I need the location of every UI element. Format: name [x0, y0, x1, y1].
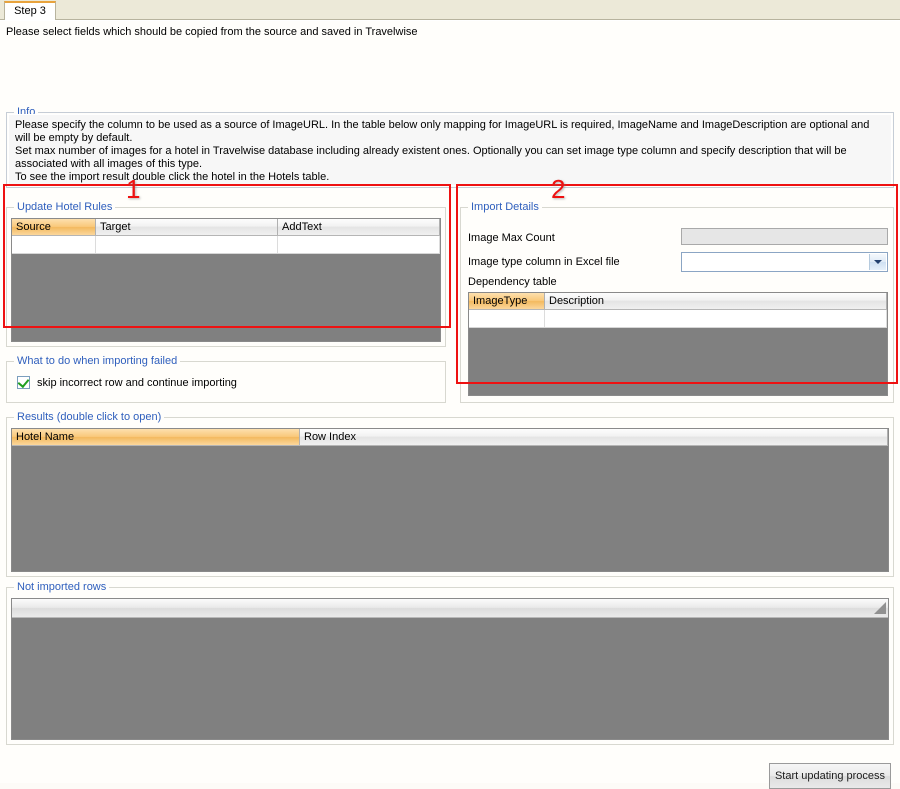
info-line-1: Please specify the column to be used as …: [15, 119, 870, 144]
annotation-number-2: 2: [551, 174, 566, 204]
column-header-row-index[interactable]: Row Index: [300, 429, 888, 445]
info-line-3: To see the import result double click th…: [15, 171, 330, 183]
update-hotel-rules-header-row: Source Target AddText: [12, 219, 440, 236]
dependency-table-label: Dependency table: [468, 276, 557, 288]
results-grid[interactable]: Hotel Name Row Index: [11, 428, 889, 572]
import-failed-legend: What to do when importing failed: [14, 355, 181, 367]
column-header-description[interactable]: Description: [545, 293, 887, 309]
dependency-new-row[interactable]: [469, 310, 887, 328]
update-hotel-rules-group: Update Hotel Rules Source Target AddText: [6, 201, 446, 347]
combo-dropdown-button[interactable]: [869, 254, 886, 270]
image-max-count-input[interactable]: [681, 228, 888, 245]
skip-incorrect-row-checkbox-row[interactable]: skip incorrect row and continue importin…: [17, 375, 237, 389]
results-empty-area: [12, 446, 888, 571]
not-imported-rows-header[interactable]: [12, 599, 888, 618]
column-header-imagetype[interactable]: ImageType: [469, 293, 545, 309]
page-intro-text: Please select fields which should be cop…: [6, 26, 418, 38]
tab-strip: Step 3: [0, 0, 900, 20]
update-hotel-rules-empty-area: [12, 254, 440, 341]
chevron-down-icon: [874, 260, 882, 264]
cell-imagetype[interactable]: [469, 310, 545, 327]
skip-incorrect-row-label: skip incorrect row and continue importin…: [37, 376, 237, 389]
dependency-empty-area: [469, 328, 887, 395]
update-hotel-rules-grid[interactable]: Source Target AddText: [11, 218, 441, 342]
results-header-row: Hotel Name Row Index: [12, 429, 888, 446]
cell-target[interactable]: [96, 236, 278, 253]
update-hotel-rules-legend: Update Hotel Rules: [14, 201, 116, 213]
image-type-column-label: Image type column in Excel file: [468, 256, 620, 268]
not-imported-rows-listview[interactable]: [11, 598, 889, 740]
not-imported-rows-legend: Not imported rows: [14, 581, 110, 593]
import-failed-group: What to do when importing failed skip in…: [6, 355, 446, 403]
cell-description[interactable]: [545, 310, 887, 327]
image-type-column-select[interactable]: [681, 252, 888, 272]
column-header-target[interactable]: Target: [96, 219, 278, 235]
image-max-count-label: Image Max Count: [468, 232, 555, 244]
update-hotel-rules-new-row[interactable]: [12, 236, 440, 254]
info-line-2: Set max number of images for a hotel in …: [15, 145, 847, 170]
resize-grip-icon[interactable]: [874, 602, 886, 614]
dependency-table-grid[interactable]: ImageType Description: [468, 292, 888, 396]
column-header-source[interactable]: Source: [12, 219, 96, 235]
tab-page-step-3: Please select fields which should be cop…: [0, 20, 900, 789]
results-legend: Results (double click to open): [14, 411, 165, 423]
column-header-hotel-name[interactable]: Hotel Name: [12, 429, 300, 445]
start-updating-process-button[interactable]: Start updating process: [769, 763, 891, 789]
skip-incorrect-row-checkbox[interactable]: [17, 375, 30, 389]
checkmark-icon: [17, 375, 30, 389]
results-group: Results (double click to open) Hotel Nam…: [6, 411, 894, 577]
annotation-number-1: 1: [126, 174, 141, 204]
info-body: Please specify the column to be used as …: [8, 114, 892, 186]
import-details-group: Import Details Image Max Count Image typ…: [460, 201, 894, 403]
tab-step-3[interactable]: Step 3: [4, 1, 56, 20]
cell-source[interactable]: [12, 236, 96, 253]
import-details-legend: Import Details: [468, 201, 542, 213]
column-header-addtext[interactable]: AddText: [278, 219, 440, 235]
cell-addtext[interactable]: [278, 236, 440, 253]
dependency-header-row: ImageType Description: [469, 293, 887, 310]
not-imported-rows-group: Not imported rows: [6, 581, 894, 745]
